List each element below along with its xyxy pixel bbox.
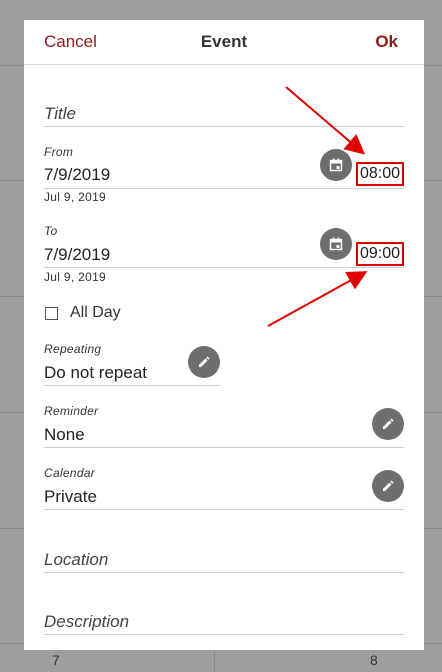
- reminder-edit-button[interactable]: [372, 408, 404, 440]
- calendar-icon: [329, 237, 343, 251]
- pencil-icon: [383, 418, 394, 429]
- repeating-edit-button[interactable]: [188, 346, 220, 378]
- all-day-label: All Day: [70, 304, 121, 321]
- repeating-label: Repeating: [44, 342, 102, 356]
- from-time-field[interactable]: 08:00: [356, 162, 405, 186]
- location-placeholder: Location: [44, 550, 109, 569]
- bg-day-number: 8: [370, 652, 378, 668]
- repeating-value: Do not repeat: [44, 363, 148, 382]
- ok-button[interactable]: Ok: [375, 32, 398, 52]
- title-placeholder: Title: [44, 104, 76, 123]
- event-dialog: Cancel Event Ok Title From 7/9/2019 Jul …: [24, 20, 424, 650]
- dialog-header: Cancel Event Ok: [24, 20, 424, 65]
- location-input[interactable]: Location: [44, 544, 404, 573]
- calendar-field[interactable]: Private: [44, 481, 404, 510]
- dialog-title: Event: [200, 32, 248, 51]
- title-input[interactable]: Title: [44, 98, 404, 127]
- description-input[interactable]: Description: [44, 606, 404, 635]
- to-date-long: Jul 9, 2019: [44, 270, 107, 284]
- reminder-field[interactable]: None: [44, 419, 404, 448]
- description-placeholder: Description: [44, 612, 130, 631]
- bg-day-number: 7: [52, 652, 60, 668]
- to-date-value: 7/9/2019: [44, 245, 111, 264]
- to-label: To: [44, 224, 58, 238]
- calendar-icon: [329, 158, 343, 172]
- to-time-field[interactable]: 09:00: [356, 242, 405, 266]
- pencil-icon: [199, 356, 210, 367]
- from-date-long: Jul 9, 2019: [44, 190, 107, 204]
- calendar-edit-button[interactable]: [372, 470, 404, 502]
- from-label: From: [44, 145, 74, 159]
- calendar-label: Calendar: [44, 466, 96, 480]
- calendar-value: Private: [44, 487, 97, 506]
- all-day-checkbox[interactable]: [45, 307, 58, 320]
- reminder-label: Reminder: [44, 404, 99, 418]
- from-date-picker-button[interactable]: [320, 149, 352, 181]
- pencil-icon: [383, 480, 394, 491]
- to-date-picker-button[interactable]: [320, 228, 352, 260]
- from-date-value: 7/9/2019: [44, 165, 111, 184]
- reminder-value: None: [44, 425, 85, 444]
